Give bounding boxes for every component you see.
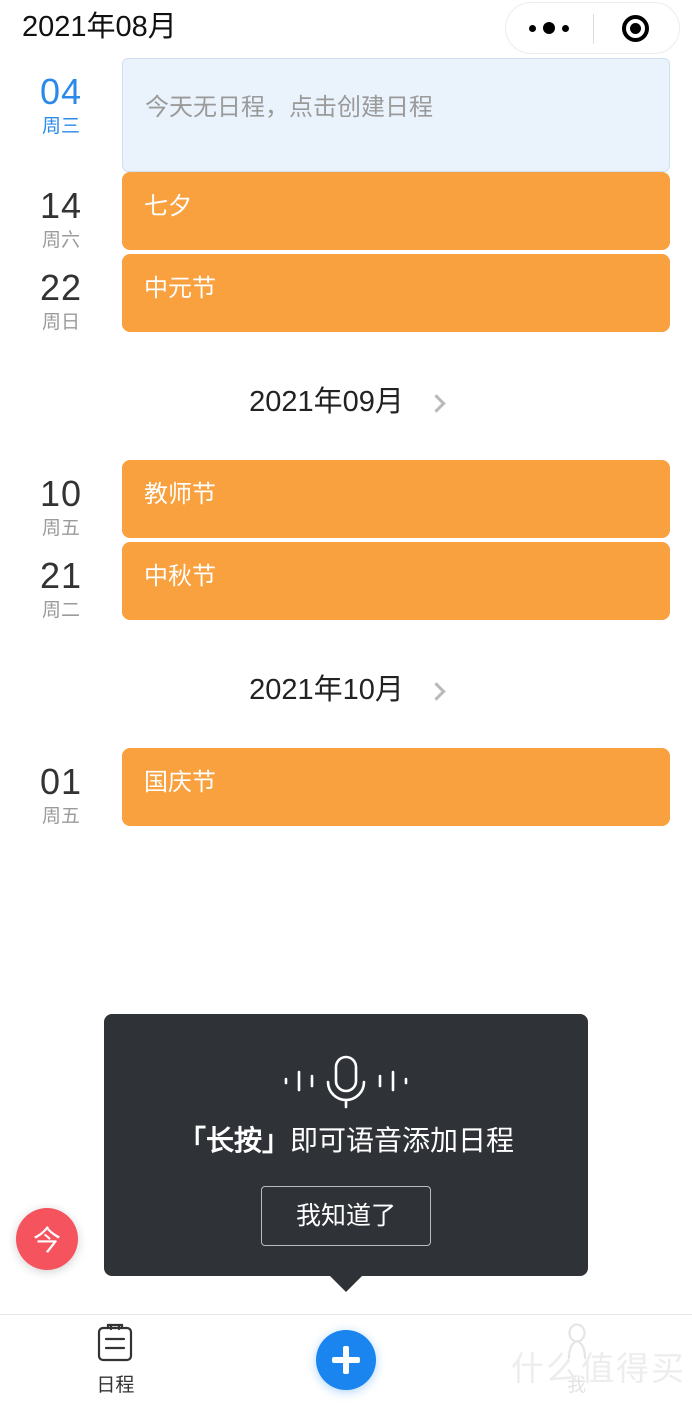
weekday-label: 周五 — [41, 518, 80, 539]
event-column: 中秋节 — [122, 542, 692, 620]
event-chip[interactable]: 中秋节 — [122, 542, 670, 620]
tab-schedule[interactable]: 日程 — [0, 1315, 231, 1404]
miniprogram-capsule — [505, 2, 680, 54]
day-number: 22 — [39, 267, 83, 308]
weekday-label: 周三 — [41, 116, 80, 137]
date-column: 04 周三 — [0, 58, 122, 140]
tab-profile-label: 我 — [567, 1375, 587, 1396]
month-divider-september[interactable]: 2021年09月 — [0, 336, 692, 460]
add-schedule-button[interactable] — [316, 1329, 376, 1390]
event-column: 教师节 — [122, 460, 692, 538]
day-row[interactable]: 14 周六 七夕 — [0, 172, 692, 254]
event-column: 七夕 — [122, 172, 692, 250]
month-label: 2021年09月 — [249, 386, 404, 418]
date-column: 10 周五 — [0, 460, 122, 542]
create-schedule-placeholder[interactable]: 今天无日程，点击创建日程 — [122, 58, 670, 172]
day-number: 10 — [39, 473, 83, 514]
event-column: 国庆节 — [122, 748, 692, 826]
day-number: 21 — [39, 555, 83, 596]
month-section-october: 01 周五 国庆节 — [0, 748, 692, 830]
schedule-list: 04 周三 今天无日程，点击创建日程 14 周六 七夕 22 周日 中元节 20… — [0, 58, 692, 830]
more-dots-icon[interactable] — [514, 2, 584, 54]
day-row[interactable]: 21 周二 中秋节 — [0, 542, 692, 624]
app-header: 2021年08月 — [0, 0, 692, 58]
tab-profile[interactable]: 我 — [461, 1315, 692, 1404]
event-chip[interactable]: 中元节 — [122, 254, 670, 332]
event-column: 今天无日程，点击创建日程 — [122, 58, 692, 172]
microphone-icon — [124, 1050, 568, 1112]
day-number: 04 — [39, 71, 83, 112]
weekday-label: 周五 — [41, 806, 80, 827]
tooltip-dismiss-button[interactable]: 我知道了 — [260, 1186, 431, 1246]
chevron-right-icon — [427, 681, 446, 701]
weekday-label: 周二 — [41, 600, 80, 621]
month-section-august: 04 周三 今天无日程，点击创建日程 14 周六 七夕 22 周日 中元节 — [0, 58, 692, 336]
month-divider-october[interactable]: 2021年10月 — [0, 624, 692, 748]
capsule-separator — [592, 14, 594, 44]
day-row[interactable]: 10 周五 教师节 — [0, 460, 692, 542]
voice-tip-tooltip: 「长按」即可语音添加日程 我知道了 — [104, 1014, 588, 1292]
weekday-label: 周六 — [41, 230, 80, 251]
tooltip-title: 「长按」即可语音添加日程 — [124, 1122, 568, 1160]
tab-schedule-label: 日程 — [96, 1375, 135, 1396]
tooltip-title-rest: 即可语音添加日程 — [290, 1125, 515, 1156]
date-column: 14 周六 — [0, 172, 122, 254]
day-row[interactable]: 22 周日 中元节 — [0, 254, 692, 336]
date-column: 01 周五 — [0, 748, 122, 830]
jump-to-today-button[interactable]: 今 — [16, 1208, 78, 1270]
day-row[interactable]: 04 周三 今天无日程，点击创建日程 — [0, 58, 692, 172]
month-label: 2021年10月 — [249, 674, 404, 706]
person-icon — [557, 1322, 597, 1369]
day-number: 01 — [39, 761, 83, 802]
page-title: 2021年08月 — [22, 11, 177, 43]
day-row[interactable]: 01 周五 国庆节 — [0, 748, 692, 830]
tab-add[interactable] — [231, 1315, 462, 1404]
event-chip[interactable]: 七夕 — [122, 172, 670, 250]
month-section-september: 10 周五 教师节 21 周二 中秋节 — [0, 460, 692, 624]
weekday-label: 周日 — [41, 312, 80, 333]
date-column: 21 周二 — [0, 542, 122, 624]
schedule-clipboard-icon — [95, 1322, 135, 1369]
chevron-right-icon — [427, 393, 446, 413]
target-icon[interactable] — [601, 2, 671, 54]
tooltip-title-strong: 「长按」 — [177, 1125, 290, 1156]
app-screen: 2021年08月 04 周三 今天无日程，点击创建日程 14 周六 七夕 22 … — [0, 0, 692, 1404]
bottom-navigation-bar: 日程 我 — [0, 1314, 692, 1404]
event-column: 中元节 — [122, 254, 692, 332]
plus-icon — [332, 1345, 360, 1374]
event-chip[interactable]: 教师节 — [122, 460, 670, 538]
date-column: 22 周日 — [0, 254, 122, 336]
event-chip[interactable]: 国庆节 — [122, 748, 670, 826]
day-number: 14 — [39, 185, 83, 226]
